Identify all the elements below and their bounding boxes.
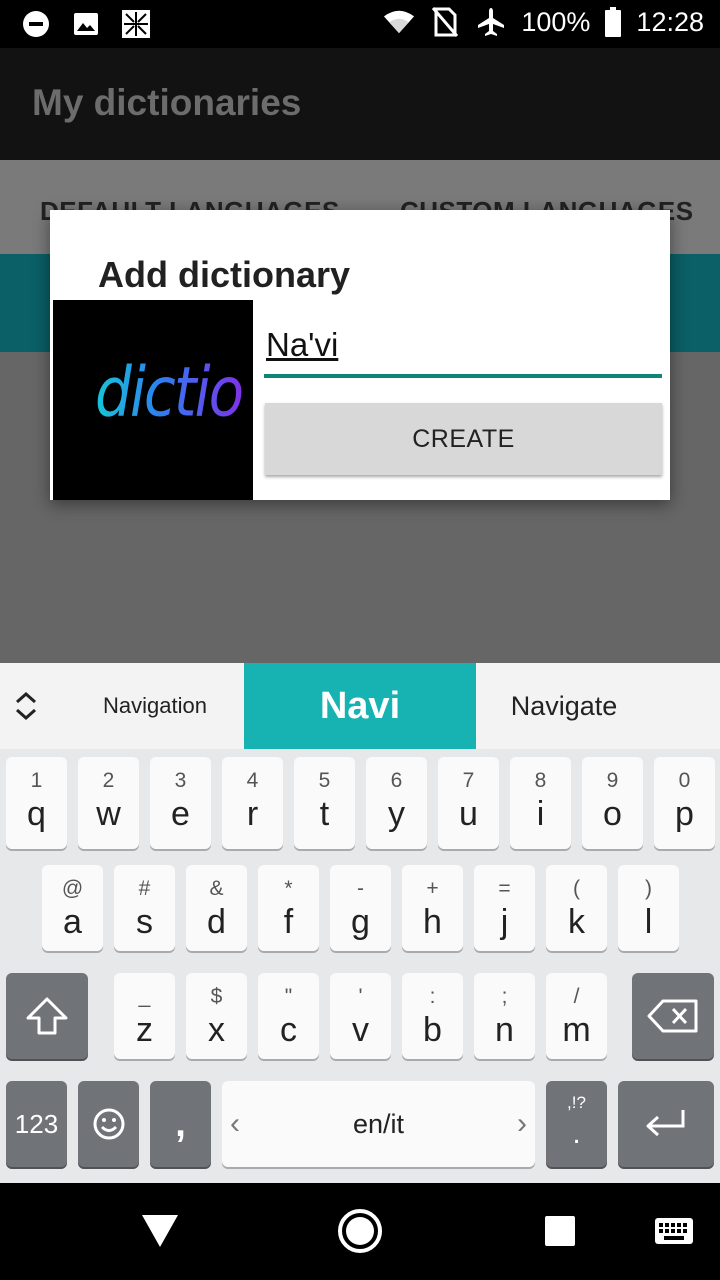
key-q[interactable]: 1q: [6, 757, 67, 849]
key-b[interactable]: :b: [402, 973, 463, 1059]
key-w[interactable]: 2w: [78, 757, 139, 849]
backspace-icon: [632, 973, 714, 1059]
suggestion-item[interactable]: Navigate: [476, 663, 652, 749]
status-bar: 100% 12:28: [0, 0, 720, 48]
key-m[interactable]: / m: [546, 973, 607, 1059]
back-icon[interactable]: [140, 1213, 180, 1254]
dictionary-name-field[interactable]: [264, 326, 662, 378]
shift-key[interactable]: [6, 973, 88, 1059]
expand-suggestions-icon[interactable]: [12, 691, 40, 721]
key-t[interactable]: 5t: [294, 757, 355, 849]
key-h[interactable]: + h: [402, 865, 463, 951]
comma-key[interactable]: ,: [150, 1081, 211, 1167]
key-e[interactable]: 3e: [150, 757, 211, 849]
suggestion-item-selected[interactable]: Navi: [244, 663, 476, 749]
dictionary-name-input[interactable]: [264, 326, 662, 370]
soft-keyboard: 1q 2w 3e 4r 5t 6y 7u 8i 9o 0p @ a # s & d *…: [0, 749, 720, 1183]
home-icon[interactable]: [336, 1207, 384, 1260]
dialog-title: Add dictionary: [98, 254, 351, 295]
do-not-disturb-icon: [20, 8, 52, 40]
key-f[interactable]: * f: [258, 865, 319, 951]
emoji-icon: [78, 1081, 139, 1167]
key-y[interactable]: 6y: [366, 757, 427, 849]
logo-text: dictio: [95, 351, 244, 433]
symbols-key[interactable]: 123: [6, 1081, 67, 1167]
suggestion-item[interactable]: Navigation: [60, 663, 250, 749]
key-s[interactable]: # s: [114, 865, 175, 951]
key-x[interactable]: $ x: [186, 973, 247, 1059]
keyboard-suggestion-strip: Navigation Navi Navigate: [0, 663, 720, 749]
battery-icon: [604, 6, 622, 38]
chevron-right-icon: ›: [517, 1107, 527, 1140]
wifi-icon: [383, 6, 415, 38]
key-l[interactable]: ) l: [618, 865, 679, 951]
photo-app-icon: [120, 8, 152, 40]
space-key[interactable]: ‹ en/it ›: [222, 1081, 535, 1167]
image-icon: [70, 8, 102, 40]
page-title: My dictionaries: [32, 82, 302, 123]
key-a[interactable]: @ a: [42, 865, 103, 951]
key-o[interactable]: 9o: [582, 757, 643, 849]
key-i[interactable]: 8i: [510, 757, 571, 849]
status-notification-icons: [20, 8, 152, 40]
emoji-key[interactable]: [78, 1081, 139, 1167]
battery-percentage: 100%: [521, 6, 591, 37]
key-c[interactable]: " c: [258, 973, 319, 1059]
shift-icon: [6, 973, 88, 1059]
airplane-mode-icon: [475, 6, 507, 38]
create-button[interactable]: CREATE: [265, 403, 662, 475]
key-r[interactable]: 4r: [222, 757, 283, 849]
key-n[interactable]: ; n: [474, 973, 535, 1059]
clock: 12:28: [636, 6, 704, 37]
add-dictionary-dialog: Add dictionary dictio CREATE: [50, 210, 670, 500]
enter-key[interactable]: [618, 1081, 714, 1167]
key-u[interactable]: 7u: [438, 757, 499, 849]
status-system-icons: 100% 12:28: [383, 6, 704, 38]
enter-icon: [618, 1081, 714, 1167]
backspace-key[interactable]: [632, 973, 714, 1059]
app-bar: My dictionaries: [0, 48, 720, 160]
keyboard-switch-icon[interactable]: [654, 1217, 694, 1250]
key-k[interactable]: (k: [546, 865, 607, 951]
key-p[interactable]: 0p: [654, 757, 715, 849]
key-z[interactable]: _ z: [114, 973, 175, 1059]
key-j[interactable]: = j: [474, 865, 535, 951]
recents-icon[interactable]: [544, 1215, 576, 1252]
dictio-logo: dictio: [53, 300, 253, 500]
key-g[interactable]: -g: [330, 865, 391, 951]
key-d[interactable]: & d: [186, 865, 247, 951]
key-v[interactable]: ' v: [330, 973, 391, 1059]
punctuation-key[interactable]: ,!? .: [546, 1081, 607, 1167]
system-navigation-bar: [0, 1183, 720, 1280]
no-sim-icon: [429, 6, 461, 38]
